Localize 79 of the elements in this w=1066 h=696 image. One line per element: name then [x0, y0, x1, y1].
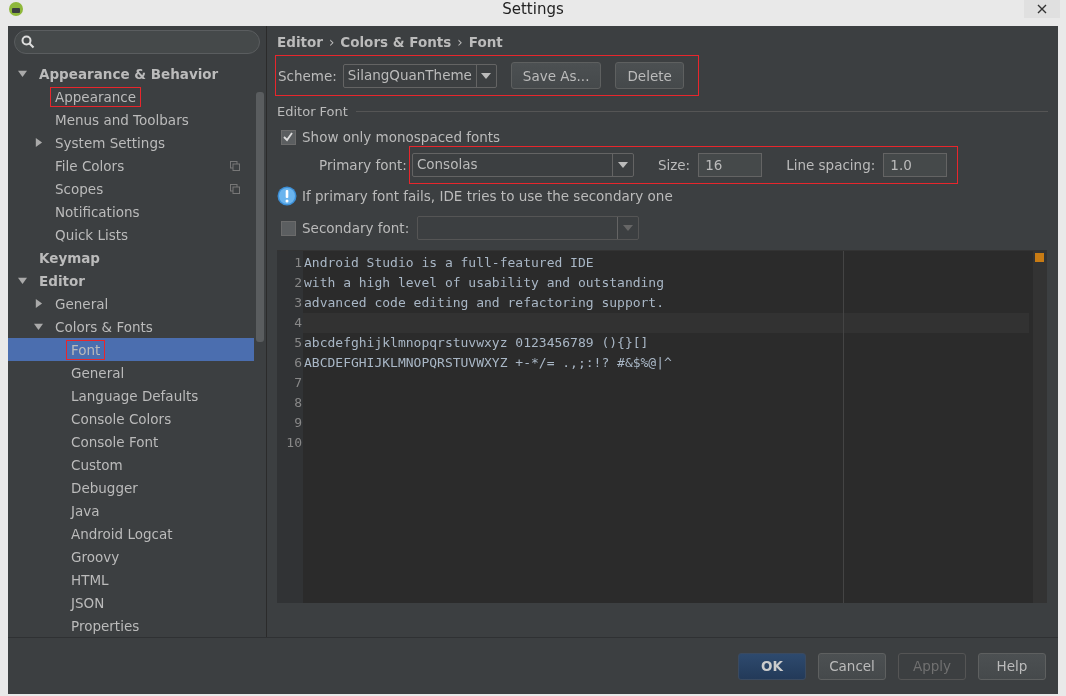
tree-item[interactable]: Appearance	[50, 86, 142, 107]
primary-font-label: Primary font:	[319, 157, 407, 173]
caret-icon	[623, 225, 634, 231]
close-icon	[1037, 4, 1047, 14]
expand-arrow-icon[interactable]	[34, 299, 43, 308]
tree-item[interactable]: Language Defaults	[66, 385, 204, 406]
dialog-button[interactable]: Help	[978, 652, 1046, 680]
code-line: Android Studio is a full-featured IDE	[304, 255, 594, 270]
tree-item[interactable]: HTML	[66, 569, 114, 590]
checkbox-label: Secondary font:	[302, 220, 410, 236]
line-spacing-label: Line spacing:	[786, 157, 876, 173]
expand-arrow-icon[interactable]	[34, 322, 43, 331]
scheme-label: Scheme:	[278, 67, 337, 84]
info-text: If primary font fails, IDE tries to use the secondary one	[302, 188, 673, 204]
primary-font-dropdown[interactable]: Consolas	[411, 153, 634, 177]
tree-item[interactable]: Console Colors	[66, 408, 177, 429]
tree-item[interactable]: Console Font	[66, 431, 164, 452]
tree-item[interactable]: Properties	[66, 615, 145, 636]
tree-item[interactable]: Groovy	[66, 546, 125, 567]
line-number: 6	[293, 354, 303, 372]
tree-item[interactable]: Colors & Fonts	[50, 316, 158, 337]
breadcrumb-item: Colors & Fonts	[340, 34, 452, 50]
size-field[interactable]: 16	[698, 153, 763, 177]
window-title: Settings	[502, 0, 564, 18]
line-number: 1	[293, 254, 303, 272]
checkbox[interactable]	[281, 129, 296, 145]
expand-arrow-icon[interactable]	[18, 276, 27, 285]
scheme-dropdown[interactable]: SilangQuanTheme	[342, 63, 497, 88]
search-field[interactable]	[14, 30, 260, 54]
line-number: 9	[293, 414, 303, 432]
expand-arrow-icon[interactable]	[18, 69, 27, 78]
search-icon	[21, 35, 35, 49]
code-line: with a high level of usability and outstanding	[304, 275, 665, 290]
code-line: abcdefghijklmnopqrstuvwxyz 0123456789 (){}[]	[304, 335, 649, 350]
line-number: 8	[293, 394, 303, 412]
dialog-button[interactable]: OK	[738, 652, 806, 680]
caret-icon	[481, 72, 492, 79]
tree-item[interactable]: Keymap	[34, 247, 106, 268]
error-stripe-marker	[1035, 253, 1044, 262]
scheme-button[interactable]: Delete	[615, 62, 684, 89]
caret-icon	[617, 162, 628, 168]
line-number: 10	[285, 434, 303, 452]
tree-item[interactable]: Notifications	[50, 201, 145, 222]
line-spacing-field[interactable]: 1.0	[883, 153, 948, 177]
size-label: Size:	[657, 157, 691, 173]
tree-item[interactable]: JSON	[66, 592, 110, 613]
code-line: advanced code editing and refactoring support.	[304, 295, 665, 310]
tree-item[interactable]: Editor	[34, 270, 90, 291]
tree-item[interactable]: System Settings	[50, 132, 170, 153]
tree-item[interactable]: Menus and Toolbars	[50, 109, 194, 130]
expand-arrow-icon[interactable]	[34, 138, 43, 147]
line-number: 4	[293, 314, 303, 332]
line-number: 2	[293, 274, 303, 292]
checkbox-label: Show only monospaced fonts	[302, 129, 501, 145]
info-icon	[277, 186, 297, 206]
line-number: 3	[293, 294, 303, 312]
tree-item[interactable]: Quick Lists	[50, 224, 134, 245]
scrollbar[interactable]	[256, 92, 264, 342]
breadcrumb-separator: ›	[457, 34, 463, 50]
line-number: 7	[293, 374, 303, 392]
line-number: 5	[293, 334, 303, 352]
tree-item[interactable]: Android Logcat	[66, 523, 178, 544]
breadcrumb-item: Editor	[277, 34, 323, 50]
scheme-button[interactable]: Save As...	[510, 62, 602, 89]
android-logo-icon	[8, 1, 24, 17]
tree-item[interactable]: General	[66, 362, 130, 383]
section-title: Editor Font	[277, 104, 348, 119]
tree-item[interactable]: Custom	[66, 454, 128, 475]
breadcrumb-separator: ›	[328, 34, 335, 50]
dialog-button[interactable]: Cancel	[818, 652, 886, 680]
tree-item[interactable]: General	[50, 293, 114, 314]
tree-item[interactable]: Scopes	[50, 178, 109, 199]
tree-item[interactable]: Debugger	[66, 477, 143, 498]
tree-item[interactable]: Appearance & Behavior	[34, 63, 224, 84]
close-button[interactable]	[1024, 0, 1060, 18]
tree-item[interactable]: File Colors	[50, 155, 130, 176]
code-line: ABCDEFGHIJKLMNOPQRSTUVWXYZ +-*/= .,;:!? #&$%@|^	[304, 355, 672, 370]
tree-item[interactable]: Java	[66, 500, 105, 521]
breadcrumb-item: Font	[468, 34, 503, 50]
